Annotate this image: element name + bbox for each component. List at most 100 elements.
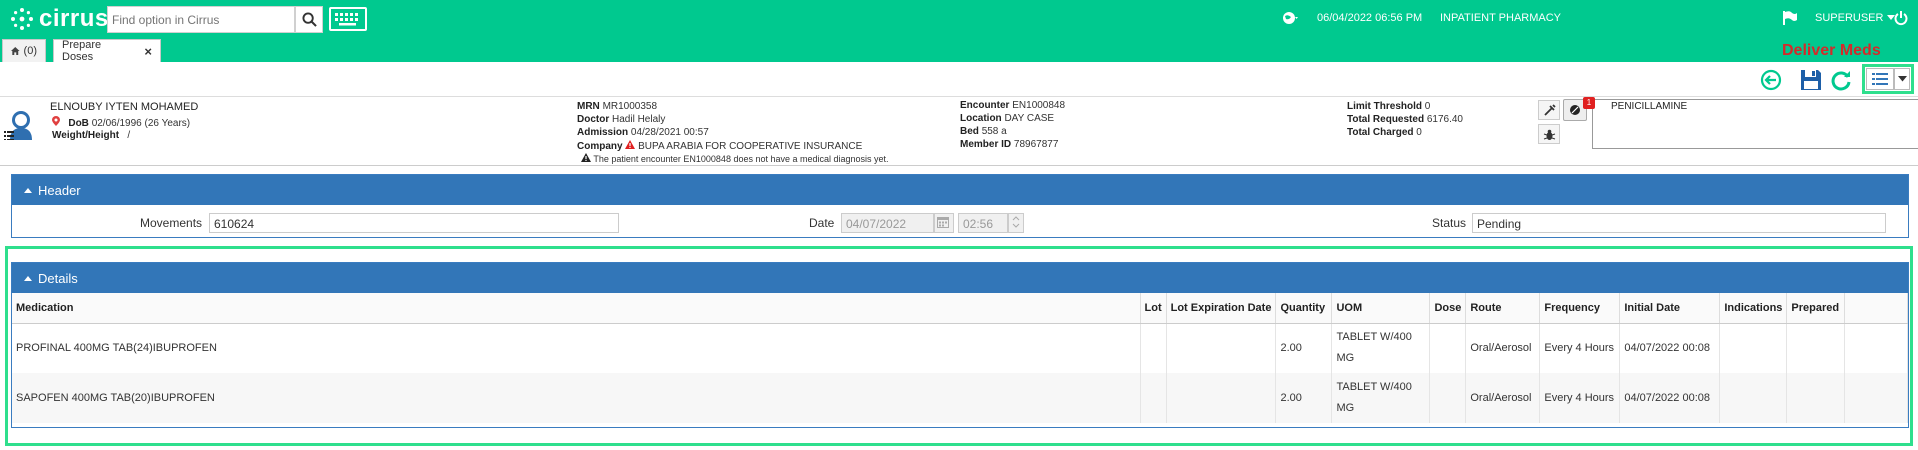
user-name: SUPERUSER [1815,12,1884,24]
cell-spacer [1844,373,1908,423]
back-button[interactable] [1760,69,1782,91]
tab-strip: (0) Prepare Doses × [0,38,1918,63]
caret-up-icon [24,275,32,281]
cell-indications [1719,323,1788,373]
patient-avatar-icon[interactable] [4,108,36,140]
home-icon [11,47,20,55]
table-row[interactable]: PROFINAL 400MG TAB(24)IBUPROFEN 2.00 TAB… [12,323,1908,373]
keyboard-button[interactable] [329,7,367,31]
cell-initial-date: 04/07/2022 00:08 [1619,323,1721,373]
col-initial-date[interactable]: Initial Date [1619,293,1721,324]
top-bar: cirrus 06/04/2022 06:56 PM INPATIENT PHA… [0,0,1918,38]
patient-company: BUPA ARABIA FOR COOPERATIVE INSURANCE [638,141,863,152]
isolation-button[interactable] [1538,124,1560,144]
col-uom[interactable]: UOM [1331,293,1431,324]
cell-lot[interactable] [1140,323,1167,373]
cell-uom: TABLET W/400 MG [1331,323,1431,373]
cell-uom: TABLET W/400 MG [1331,373,1431,423]
date-label: Date [809,216,835,230]
header-panel-toggle[interactable]: Header [12,175,1908,205]
caret-up-icon [24,187,32,193]
cell-route: Oral/Aerosol [1465,323,1541,373]
tab-close-icon[interactable]: × [144,44,152,59]
details-table: Medication Lot Lot Expiration Date Quant… [12,293,1908,423]
search-button[interactable] [295,6,323,33]
deliver-meds-dropdown[interactable] [1894,68,1910,90]
status-label: Status [1432,216,1467,230]
tab-home-label: (0) [23,45,37,57]
cell-frequency: Every 4 Hours [1539,373,1621,423]
refresh-button[interactable] [1830,69,1852,91]
toolbar [0,62,1918,96]
cell-lot-expiration-date[interactable] [1166,373,1277,423]
power-icon[interactable] [1894,10,1908,26]
calendar-button [934,213,954,233]
cell-quantity: 2.00 [1275,323,1333,373]
col-frequency[interactable]: Frequency [1539,293,1621,324]
date-field: 04/07/2022 [841,213,934,233]
patient-weight-row: Weight/Height / [52,130,130,141]
total-requested-label: Total Requested [1347,114,1425,125]
search-input[interactable] [107,6,295,33]
calendar-icon [937,217,949,228]
limit-threshold-label: Limit Threshold [1347,101,1422,112]
diagnosis-warning: The patient encounter EN1000848 does not… [593,154,889,164]
list-icon [1872,73,1888,85]
flag-icon[interactable] [1782,10,1798,26]
cell-lot[interactable] [1140,373,1167,423]
col-lot-expiration-date[interactable]: Lot Expiration Date [1166,293,1277,324]
spinner-icon [1012,216,1020,228]
company-label: Company [577,141,623,152]
patient-admission: 04/28/2021 00:57 [630,127,709,138]
movements-label: Movements [140,216,203,230]
patient-dob-row: DoB 02/06/1996 (26 Years) [52,116,190,129]
col-indications[interactable]: Indications [1719,293,1788,324]
col-quantity[interactable]: Quantity [1275,293,1333,324]
globe-icon[interactable] [1282,10,1300,26]
patient-doctor: Hadil Helaly [612,114,666,125]
deliver-meds-annotation: Deliver Meds [1782,42,1881,59]
back-arrow-icon [1760,69,1782,91]
save-button[interactable] [1800,69,1822,91]
total-charged-value: 0 [1416,127,1422,138]
location-label: Location [960,113,1002,124]
user-menu[interactable]: SUPERUSER [1815,12,1896,24]
cell-spacer [1844,323,1908,373]
cell-prepared[interactable] [1786,323,1846,373]
refresh-icon [1831,71,1851,91]
table-row[interactable]: SAPOFEN 400MG TAB(20)IBUPROFEN 2.00 TABL… [12,373,1908,423]
cell-prepared[interactable] [1786,373,1846,423]
vitals-button[interactable] [1538,100,1560,120]
patient-location: DAY CASE [1004,113,1055,124]
movements-field[interactable]: 610624 [209,213,619,233]
col-dose[interactable]: Dose [1429,293,1467,324]
app-logo[interactable]: cirrus [10,5,109,32]
cell-frequency: Every 4 Hours [1539,323,1621,373]
header-panel-title: Header [38,182,81,198]
total-charged-label: Total Charged [1347,127,1414,138]
current-datetime: 06/04/2022 06:56 PM [1317,12,1423,24]
details-panel-toggle[interactable]: Details [12,263,1908,293]
deliver-meds-button[interactable] [1866,68,1894,90]
col-lot[interactable]: Lot [1140,293,1167,324]
save-icon [1801,70,1821,90]
bug-icon [1543,129,1555,140]
allergy-name: PENICILLAMINE [1611,101,1688,112]
details-panel-title: Details [38,270,78,286]
admission-label: Admission [577,127,629,138]
tab-home[interactable]: (0) [2,39,46,62]
doctor-label: Doctor [577,114,610,125]
tab-prepare-doses[interactable]: Prepare Doses × [53,39,161,63]
caret-down-icon [1897,76,1907,82]
weight-label: Weight/Height [52,130,120,141]
table-header-row: Medication Lot Lot Expiration Date Quant… [12,293,1908,324]
pill-icon [1570,105,1580,115]
col-route[interactable]: Route [1465,293,1541,324]
dob-label: DoB [68,118,89,129]
col-prepared[interactable]: Prepared [1786,293,1846,324]
col-medication[interactable]: Medication [12,293,1141,324]
cell-lot-expiration-date[interactable] [1166,323,1277,373]
status-field[interactable]: Pending [1472,213,1886,233]
cell-medication: PROFINAL 400MG TAB(24)IBUPROFEN [12,323,1141,373]
bed-label: Bed [960,126,979,137]
